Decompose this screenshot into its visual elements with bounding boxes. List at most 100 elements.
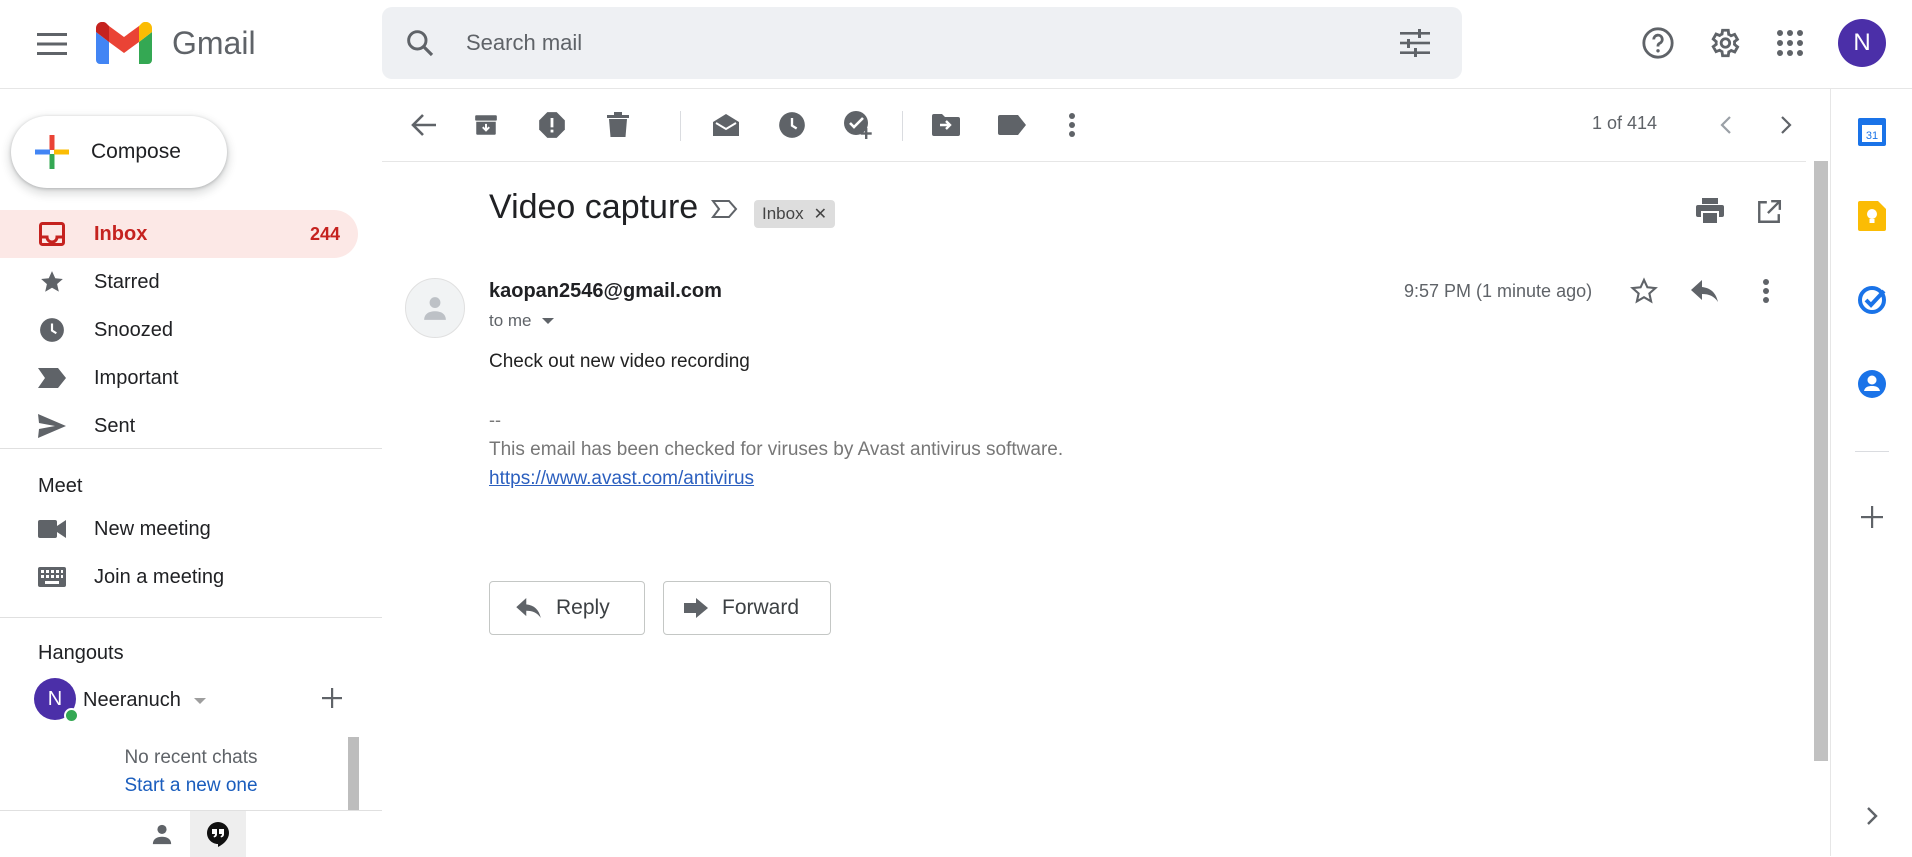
email-subject: Video capture (489, 188, 699, 226)
main-menu-button[interactable] (26, 18, 78, 70)
signature-separator: -- (489, 410, 501, 430)
toolbar-separator (902, 111, 903, 141)
contacts-icon[interactable] (1853, 365, 1891, 403)
meet-item-label: New meeting (94, 517, 211, 540)
hangouts-tab[interactable] (190, 811, 246, 857)
brand-name: Gmail (172, 25, 256, 61)
inbox-icon (38, 222, 66, 246)
sidebar-item-important[interactable]: Important (0, 354, 358, 402)
report-spam-icon[interactable] (530, 103, 574, 147)
delete-trash-icon[interactable] (596, 103, 640, 147)
reply-arrow-icon[interactable] (1691, 280, 1719, 302)
compose-button[interactable]: Compose (11, 116, 227, 188)
search-options-icon[interactable] (1400, 29, 1430, 57)
search-icon[interactable] (404, 27, 436, 59)
apps-grid-icon[interactable] (1765, 18, 1815, 68)
search-bar[interactable] (382, 7, 1462, 79)
keyboard-icon (38, 565, 66, 589)
person-icon (152, 824, 172, 845)
sidebar-item-starred[interactable]: Starred (0, 258, 358, 306)
hamburger-icon (37, 33, 67, 55)
archive-icon[interactable] (464, 103, 508, 147)
forward-button-label: Forward (722, 596, 800, 619)
account-avatar[interactable]: N (1838, 19, 1886, 67)
sidebar-item-snoozed[interactable]: Snoozed (0, 306, 358, 354)
move-to-icon[interactable] (924, 103, 968, 147)
settings-gear-icon[interactable] (1699, 18, 1749, 68)
sidebar-item-label: Inbox (94, 222, 148, 245)
recipient-dropdown-icon[interactable] (541, 317, 554, 325)
toolbar-separator (680, 111, 681, 141)
email-view: 1 of 414 Video capture Inbox ✕ kaopan254… (382, 89, 1830, 856)
important-icon (38, 366, 66, 390)
star-icon (38, 270, 66, 294)
email-body-text: Check out new video recording (489, 351, 750, 372)
label-tag-icon[interactable] (990, 103, 1034, 147)
hangouts-icon (207, 822, 229, 847)
reply-icon (516, 598, 541, 618)
label-chip-text: Inbox (762, 204, 804, 223)
video-icon (38, 517, 66, 541)
add-to-tasks-icon[interactable] (836, 103, 880, 147)
dropdown-arrow-icon (194, 697, 207, 705)
unread-count: 244 (309, 223, 340, 244)
top-header: Gmail N (0, 0, 1912, 89)
mark-unread-icon[interactable] (704, 103, 748, 147)
remove-label-icon[interactable]: ✕ (814, 204, 827, 224)
clock-icon (38, 318, 66, 342)
reply-button-label: Reply (556, 596, 610, 619)
meet-item-label: Join a meeting (94, 565, 225, 588)
svg-text:31: 31 (1866, 130, 1878, 142)
contacts-tab[interactable] (134, 811, 190, 857)
email-scrollbar[interactable] (1814, 161, 1828, 761)
snooze-clock-icon[interactable] (770, 103, 814, 147)
no-chats-text: No recent chats (124, 747, 258, 768)
sidebar-divider (0, 617, 382, 618)
reply-button[interactable]: Reply (489, 581, 645, 635)
recipient-text: to me (489, 311, 532, 330)
hangouts-scrollbar[interactable] (348, 737, 359, 811)
hide-panel-chevron-icon[interactable] (1853, 797, 1891, 835)
sidebar-item-inbox[interactable]: Inbox 244 (0, 210, 358, 258)
calendar-icon[interactable]: 31 (1853, 113, 1891, 151)
avast-link[interactable]: https://www.avast.com/antivirus (489, 468, 754, 490)
recipient-details[interactable]: to me (489, 311, 554, 331)
compose-plus-icon (35, 135, 69, 169)
sidebar-item-sent[interactable]: Sent (0, 402, 358, 450)
more-options-icon[interactable] (1050, 103, 1094, 147)
rail-divider (1855, 451, 1889, 452)
back-arrow-icon[interactable] (402, 103, 446, 147)
hangouts-section-title: Hangouts (38, 642, 124, 664)
print-icon[interactable] (1696, 198, 1724, 224)
compose-label: Compose (91, 140, 181, 163)
sender-email[interactable]: kaopan2546@gmail.com (489, 280, 722, 303)
sidebar-item-label: Starred (94, 270, 160, 293)
older-chevron-right-icon[interactable] (1764, 103, 1808, 147)
get-addons-plus-icon[interactable] (1853, 498, 1891, 536)
side-panel-rail: 31 (1830, 89, 1912, 856)
star-email-icon[interactable] (1630, 277, 1658, 305)
newer-chevron-left-icon[interactable] (1704, 103, 1748, 147)
join-meeting-button[interactable]: Join a meeting (0, 553, 358, 601)
hangouts-user-name: Neeranuch (83, 689, 181, 711)
sidebar-divider (0, 448, 382, 449)
keep-icon[interactable] (1853, 197, 1891, 235)
search-input[interactable] (466, 21, 1326, 65)
sender-avatar[interactable] (405, 278, 465, 338)
hangouts-user-menu[interactable]: Neeranuch (83, 689, 207, 712)
gmail-logo-icon[interactable] (96, 22, 152, 64)
add-chat-icon[interactable] (320, 686, 344, 710)
forward-button[interactable]: Forward (663, 581, 831, 635)
meet-section-title: Meet (38, 475, 83, 497)
start-new-chat-link[interactable]: Start a new one (0, 775, 312, 797)
new-meeting-button[interactable]: New meeting (0, 505, 358, 553)
pagination-count: 1 of 414 (1592, 113, 1658, 133)
more-message-options-icon[interactable] (1762, 278, 1770, 304)
open-in-new-window-icon[interactable] (1756, 199, 1782, 225)
help-icon[interactable] (1633, 18, 1683, 68)
sidebar-bottom-tabs (0, 810, 382, 857)
sidebar: Compose Inbox 244 Starred Snoozed Import… (0, 89, 382, 857)
tasks-icon[interactable] (1853, 281, 1891, 319)
send-icon (38, 414, 66, 438)
importance-marker-icon[interactable] (711, 199, 739, 219)
